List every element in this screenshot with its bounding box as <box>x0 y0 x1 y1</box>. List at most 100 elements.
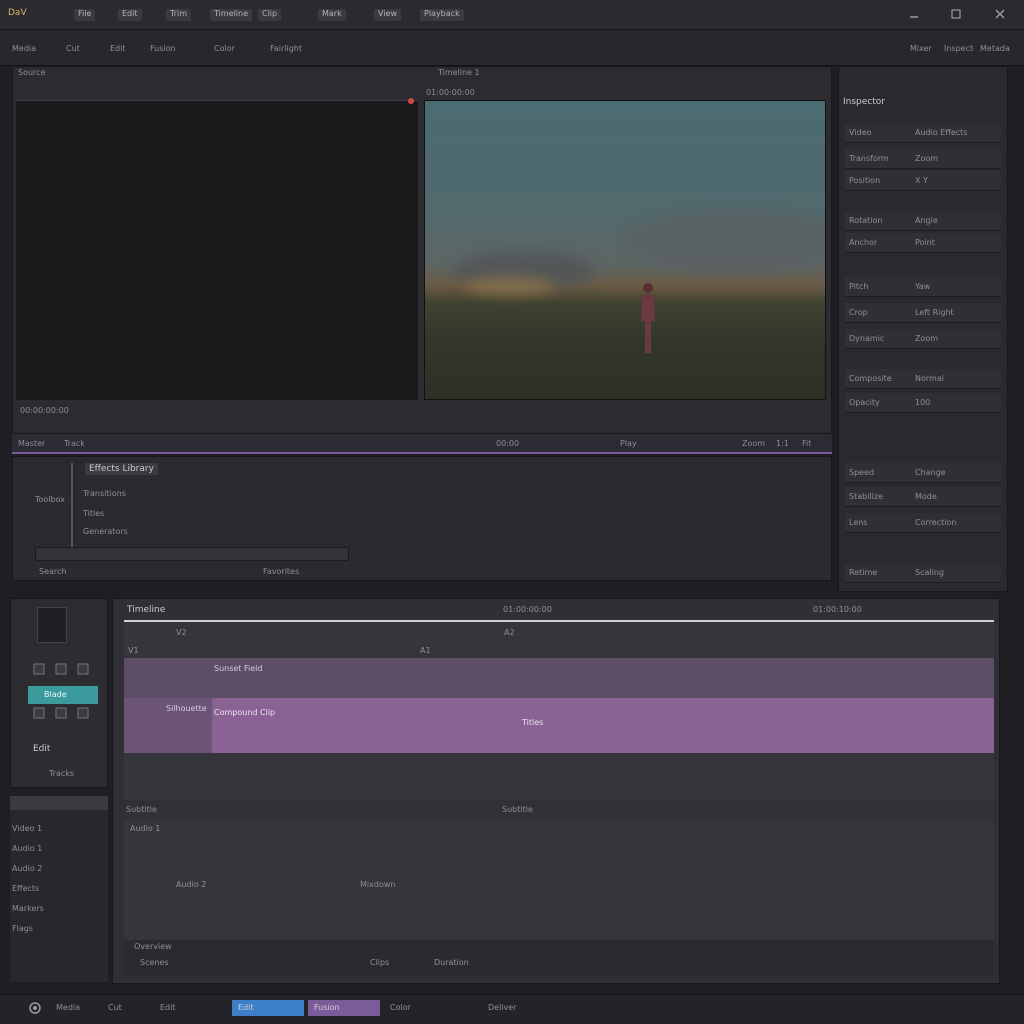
menu-file[interactable]: File <box>74 9 96 21</box>
inspector-row[interactable]: Composite Normal <box>845 369 1001 389</box>
close-icon[interactable] <box>994 8 1006 20</box>
timeline-clip[interactable]: Sunset Field <box>124 658 994 698</box>
play-button[interactable]: Play <box>620 439 637 448</box>
inspector-row[interactable]: Rotation Angle <box>845 211 1001 231</box>
source-timecode: 00:00:00:00 <box>20 406 69 415</box>
effects-item[interactable]: Transitions <box>83 489 126 498</box>
source-viewer[interactable] <box>16 98 418 400</box>
inspector-row-label: Crop <box>849 308 868 317</box>
toolbar-item-cut[interactable]: Cut <box>66 44 80 53</box>
timeline-clip[interactable]: Silhouette <box>124 698 212 753</box>
track-label: V2 <box>176 628 187 637</box>
track-list-item[interactable]: Markers <box>12 904 44 913</box>
search-input[interactable] <box>35 547 349 561</box>
inspector-row[interactable]: Crop Left Right <box>845 303 1001 323</box>
tool-snap-icon[interactable] <box>55 707 67 719</box>
source-viewer-title: Source <box>18 68 46 77</box>
tab-cut[interactable]: Cut <box>108 1003 122 1013</box>
track-list-item[interactable]: Video 1 <box>12 824 42 833</box>
inspector-row-value: Angle <box>915 216 938 225</box>
track-list-item[interactable]: Effects <box>12 884 39 893</box>
tool-select-icon[interactable] <box>33 663 45 675</box>
tool-link-icon[interactable] <box>33 707 45 719</box>
tab-fusion-label: Fusion <box>314 1003 340 1012</box>
inspector-row[interactable]: Stabilize Mode <box>845 487 1001 507</box>
inspector-row[interactable]: Pitch Yaw <box>845 277 1001 297</box>
tab-color[interactable]: Color <box>390 1003 411 1013</box>
settings-icon[interactable] <box>28 1001 42 1015</box>
tab-edit-alt[interactable]: Edit <box>160 1003 176 1013</box>
inspector-row-value: Zoom <box>915 334 939 343</box>
menu-view[interactable]: View <box>374 9 401 21</box>
effects-library-panel: Effects Library Toolbox Transitions Titl… <box>12 456 832 581</box>
inspector-row[interactable]: Opacity 100 <box>845 393 1001 413</box>
inspector-row[interactable]: Video Audio Effects <box>845 123 1001 143</box>
timeline-clip-selected[interactable]: Compound Clip Titles <box>212 698 994 753</box>
zoom-ratio[interactable]: 1:1 <box>776 439 789 448</box>
track-label: A2 <box>504 628 515 637</box>
footer-scenes[interactable]: Scenes <box>140 958 169 967</box>
menu-playback[interactable]: Playback <box>420 9 464 21</box>
zoom-fit[interactable]: Fit <box>802 439 811 448</box>
tools-lower-label: Tracks <box>49 769 75 778</box>
inspector-row-value: Correction <box>915 518 957 527</box>
maximize-icon[interactable] <box>950 8 962 20</box>
mixdown-label: Mixdown <box>360 880 396 889</box>
inspector-row-label: Video <box>849 128 872 137</box>
track-label: A1 <box>420 646 431 655</box>
menu-mark[interactable]: Mark <box>318 9 346 21</box>
page-tabs-bar: Media Cut Edit Color Deliver <box>0 994 1024 1024</box>
effects-item[interactable]: Toolbox <box>35 495 65 504</box>
inspector-row[interactable]: Dynamic Zoom <box>845 329 1001 349</box>
tab-media[interactable]: Media <box>56 1003 80 1013</box>
minimize-icon[interactable] <box>908 8 920 20</box>
toolbar-item-media[interactable]: Media <box>12 44 36 53</box>
toolbar-item-edit[interactable]: Edit <box>110 44 126 53</box>
toolbar-item-mixer[interactable]: Mixer <box>910 44 932 53</box>
track-list-item[interactable]: Flags <box>12 924 33 933</box>
menu-edit[interactable]: Edit <box>118 9 142 21</box>
inspector-row[interactable]: Position X Y <box>845 171 1001 191</box>
tool-flag-icon[interactable] <box>77 707 89 719</box>
toolbar-item-fairlight[interactable]: Fairlight <box>270 44 302 53</box>
transport-track[interactable]: Track <box>64 439 85 448</box>
transport-master[interactable]: Master <box>18 439 45 448</box>
footer-duration: Duration <box>434 958 469 967</box>
tool-razor-icon[interactable] <box>77 663 89 675</box>
audio-track-label: Audio 1 <box>130 824 161 833</box>
blade-tool-button[interactable]: Blade <box>28 686 98 704</box>
subtitle-track[interactable]: Subtitle Subtitle <box>124 800 994 820</box>
inspector-row[interactable]: Transform Zoom <box>845 149 1001 169</box>
menu-trim[interactable]: Trim <box>166 9 192 21</box>
menu-clip[interactable]: Clip <box>258 9 282 21</box>
program-viewer-title: Timeline 1 <box>438 68 480 77</box>
effects-item[interactable]: Generators <box>83 527 128 536</box>
tab-edit[interactable]: Edit <box>232 1000 304 1016</box>
tab-label: Media <box>56 1003 81 1012</box>
toolbar-item-fusion[interactable]: Fusion <box>150 44 176 53</box>
program-viewer[interactable] <box>424 100 826 400</box>
inspector-row[interactable]: Lens Correction <box>845 513 1001 533</box>
inspector-row[interactable]: Retime Scaling <box>845 563 1001 583</box>
track-list-item[interactable]: Audio 1 <box>12 844 42 853</box>
inspector-row[interactable]: Anchor Point <box>845 233 1001 253</box>
inspector-row[interactable]: Speed Change <box>845 463 1001 483</box>
inspector-row-label: Speed <box>849 468 875 477</box>
footer-clips[interactable]: Clips <box>370 958 389 967</box>
inspector-row-value: Change <box>915 468 946 477</box>
menu-timeline[interactable]: Timeline <box>210 9 253 21</box>
zoom-label[interactable]: Zoom <box>742 439 765 448</box>
inspector-row-label: Stabilize <box>849 492 883 501</box>
effects-favorites-label[interactable]: Favorites <box>263 567 299 576</box>
toolbar-item-inspector[interactable]: Inspector <box>944 44 974 53</box>
tab-deliver[interactable]: Deliver <box>488 1003 516 1013</box>
tools-label: Edit <box>33 744 51 754</box>
effects-item[interactable]: Titles <box>83 509 104 518</box>
footer-overview[interactable]: Overview <box>134 942 172 951</box>
tool-trim-icon[interactable] <box>55 663 67 675</box>
toolbar-item-color[interactable]: Color <box>214 44 235 53</box>
playhead-marker[interactable] <box>408 98 414 104</box>
tab-fusion[interactable]: Fusion <box>308 1000 380 1016</box>
track-list-item[interactable]: Audio 2 <box>12 864 42 873</box>
toolbar-item-metadata[interactable]: Metadata <box>980 44 1010 53</box>
